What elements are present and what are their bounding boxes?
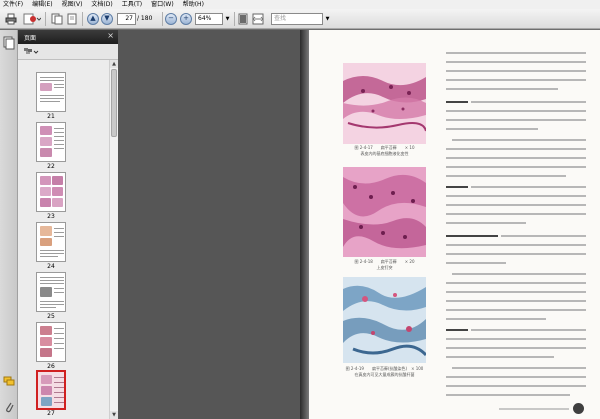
print-button[interactable] xyxy=(4,12,18,25)
chevron-down-icon: ▼ xyxy=(325,15,330,22)
page-thumbnail-label: 26 xyxy=(47,363,55,370)
pages-icon xyxy=(3,36,15,50)
fit-width-icon xyxy=(252,13,264,24)
menu-view[interactable]: 视图(V) xyxy=(62,0,83,9)
arrow-up-icon: ▲ xyxy=(87,12,99,25)
close-icon[interactable]: × xyxy=(107,32,114,40)
page-number-badge xyxy=(573,403,584,414)
page-thumbnail-selected[interactable] xyxy=(36,370,66,410)
page-thumbnail[interactable] xyxy=(36,272,66,312)
fit-width-button[interactable] xyxy=(251,12,265,25)
minus-icon: − xyxy=(165,12,177,25)
attach-button[interactable] xyxy=(65,12,79,25)
pages-panel-header: 页面 × xyxy=(18,30,118,44)
page-thumbnail[interactable] xyxy=(36,172,66,212)
page-thumbnail-label: 22 xyxy=(47,163,55,170)
menu-edit[interactable]: 编辑(E) xyxy=(32,0,52,9)
histology-figure-2 xyxy=(343,167,426,257)
page-thumbnail[interactable] xyxy=(36,222,66,262)
attachments-tab[interactable] xyxy=(4,400,14,416)
menu-file[interactable]: 文件(F) xyxy=(3,0,23,9)
collaborate-button[interactable] xyxy=(22,12,42,25)
panel-title: 页面 xyxy=(24,35,37,42)
figure-caption: 上皮钉突 xyxy=(376,265,393,270)
search-options-button[interactable]: ▼ xyxy=(323,12,332,25)
menu-help[interactable]: 帮助(H) xyxy=(183,0,204,9)
scroll-up-icon[interactable]: ▲ xyxy=(110,60,118,68)
page-spine xyxy=(300,30,309,419)
menu-bar: 文件(F) 编辑(E) 视图(V) 文档(D) 工具(T) 窗口(W) 帮助(H… xyxy=(0,0,600,9)
zoom-in-button[interactable]: + xyxy=(179,12,193,25)
options-button[interactable] xyxy=(23,47,39,59)
printer-icon xyxy=(5,13,17,24)
panel-options-bar xyxy=(18,44,118,60)
zoom-level-field[interactable]: 64% xyxy=(195,13,223,25)
thumbnails-scrollbar[interactable]: ▲ ▼ xyxy=(109,60,118,419)
page-thumbnail-label: 27 xyxy=(47,410,55,417)
comments-tab[interactable] xyxy=(3,375,15,389)
page-thumbnails-list: 21 22 23 24 25 26 27 xyxy=(18,60,109,419)
menu-tools[interactable]: 工具(T) xyxy=(122,0,142,9)
toolbar: ▲ ▼ 27 / 180 − + 64% ▼ 查找 ▼ xyxy=(0,9,600,29)
next-page-button[interactable]: ▼ xyxy=(100,12,114,25)
document-page[interactable]: 图 2-4-17 扁平苔藓 × 10 表皮内的基底细胞液化变性 图 2-4-18… xyxy=(309,30,600,419)
search-input[interactable]: 查找 xyxy=(271,13,323,25)
paperclip-icon xyxy=(6,402,14,413)
collaborate-icon xyxy=(23,13,41,24)
total-pages: / 180 xyxy=(137,15,153,22)
plus-icon: + xyxy=(180,12,192,25)
page-thumbnail[interactable] xyxy=(36,72,66,112)
histology-figure-1 xyxy=(343,63,426,144)
comment-icon xyxy=(3,376,15,386)
arrow-down-icon: ▼ xyxy=(101,12,113,25)
page-thumbnail[interactable] xyxy=(36,122,66,162)
navigation-tabs-strip xyxy=(0,30,18,419)
zoom-dropdown-button[interactable]: ▼ xyxy=(223,12,232,25)
figure-caption: 表皮内的基底细胞液化变性 xyxy=(360,151,409,156)
page-thumbnail-label: 24 xyxy=(47,263,55,270)
previous-page-button[interactable]: ▲ xyxy=(86,12,100,25)
chevron-down-icon: ▼ xyxy=(225,15,230,22)
scroll-down-icon[interactable]: ▼ xyxy=(110,411,118,419)
fit-page-icon xyxy=(238,13,248,24)
scrollbar-thumb[interactable] xyxy=(111,69,117,137)
menu-document[interactable]: 文档(D) xyxy=(91,0,112,9)
options-icon xyxy=(24,48,39,54)
pages-icon xyxy=(51,13,63,24)
pages-tab[interactable] xyxy=(3,36,15,52)
page-thumbnail-label: 23 xyxy=(47,213,55,220)
zoom-out-button[interactable]: − xyxy=(164,12,178,25)
page-thumbnail[interactable] xyxy=(36,322,66,362)
page-number-input[interactable]: 27 xyxy=(117,13,136,25)
fit-page-button[interactable] xyxy=(236,12,250,25)
figure-caption: 在真皮内可见大量成簇的抗酸杆菌 xyxy=(354,372,415,377)
page-thumbnail-label: 25 xyxy=(47,313,55,320)
page-view-button[interactable] xyxy=(50,12,64,25)
menu-window[interactable]: 窗口(W) xyxy=(151,0,174,9)
page-thumbnail-label: 21 xyxy=(47,113,55,120)
document-icon xyxy=(67,13,77,24)
histology-figure-3 xyxy=(343,277,426,363)
